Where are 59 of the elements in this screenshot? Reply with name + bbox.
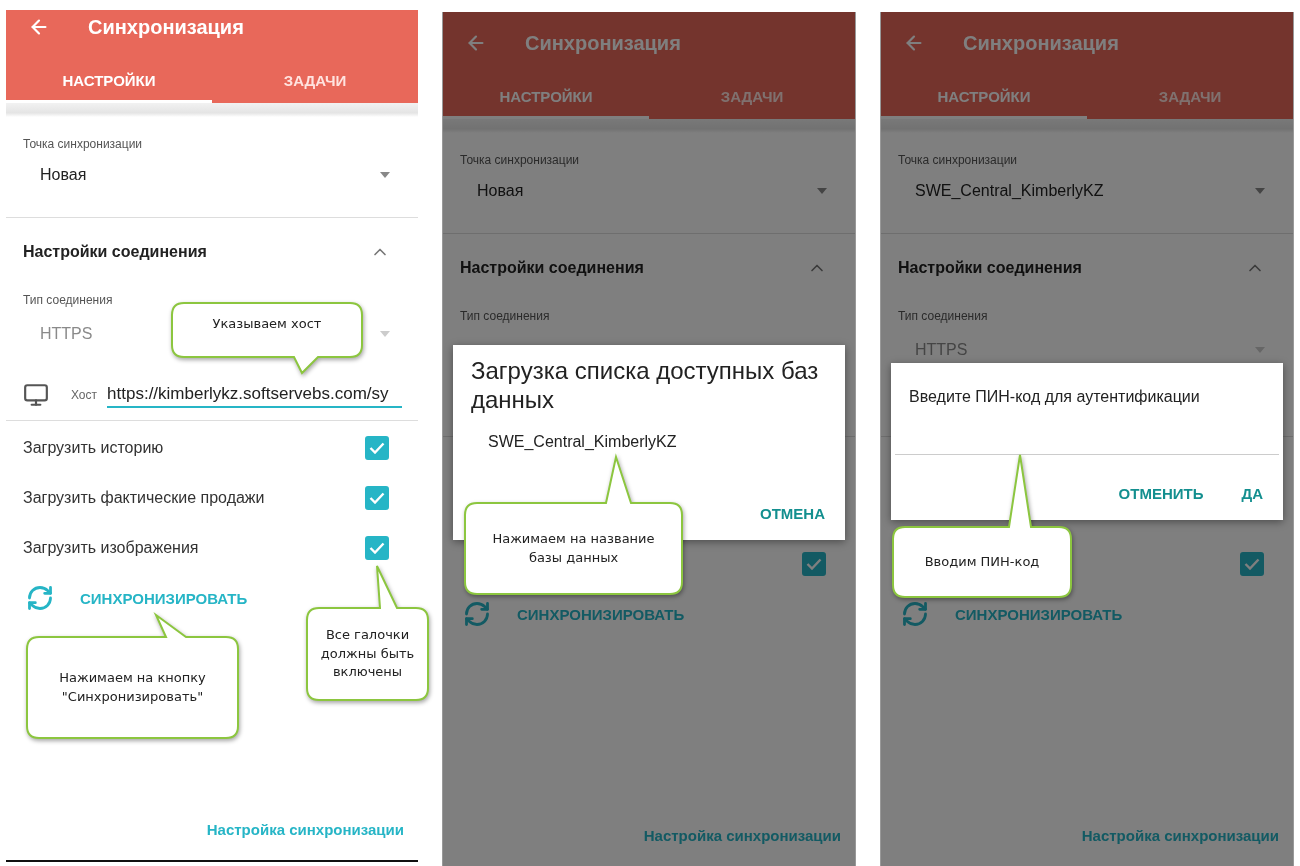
checkbox[interactable]	[802, 552, 826, 576]
dropdown-caret-icon[interactable]	[817, 188, 827, 194]
dialog-title: Загрузка списка доступных баз данных	[471, 357, 820, 415]
sync-button[interactable]: СИНХРОНИЗИРОВАТЬ	[80, 589, 248, 607]
field-label: Точка синхронизации	[23, 137, 144, 151]
checkbox[interactable]	[365, 436, 389, 460]
check-icon	[806, 558, 822, 570]
checkbox[interactable]	[365, 486, 389, 510]
dialog-button[interactable]: ОТМЕНА	[758, 501, 827, 526]
sync-point-value[interactable]: Новая	[40, 166, 87, 184]
sync-point-value[interactable]: Новая	[477, 182, 524, 200]
sync-button[interactable]: СИНХРОНИЗИРОВАТЬ	[955, 605, 1123, 623]
check-icon	[369, 442, 385, 454]
screen-title: Синхронизация	[88, 15, 244, 39]
field-label: Хост	[71, 388, 98, 404]
section-title: Настройки соединения	[898, 259, 1082, 277]
sync-button[interactable]: СИНХРОНИЗИРОВАТЬ	[517, 605, 685, 623]
check-icon	[369, 492, 385, 504]
check-icon	[369, 542, 385, 554]
field-label: Тип соединения	[898, 309, 989, 323]
dropdown-caret-icon[interactable]	[1255, 347, 1265, 353]
tab[interactable]: ЗАДАЧИ	[1087, 76, 1293, 119]
dialog-button[interactable]: ОТМЕНИТЬ	[1116, 481, 1206, 506]
dropdown-caret-icon[interactable]	[1255, 188, 1265, 194]
field-label: Тип соединения	[23, 293, 114, 307]
host-input-field[interactable]: https://kimberlykz.softservebs.com/sy	[107, 384, 402, 408]
callout-text: Нажимаем на кнопку "Синхронизировать"	[58, 668, 207, 706]
screen-title: Синхронизация	[963, 31, 1119, 55]
option-label: Загрузить изображения	[23, 539, 199, 557]
dialog-button[interactable]: ДА	[1239, 481, 1265, 506]
option-label: Загрузить фактические продажи	[23, 489, 265, 507]
check-icon	[1244, 558, 1260, 570]
dropdown-caret-icon[interactable]	[380, 331, 390, 337]
dropdown-caret-icon[interactable]	[380, 172, 390, 178]
tab[interactable]: ЗАДАЧИ	[649, 76, 855, 119]
section-title: Настройки соединения	[23, 243, 207, 261]
sync-point-value[interactable]: SWE_Central_KimberlyKZ	[915, 182, 1104, 200]
callout-text: Нажимаем на название базы данных	[491, 529, 656, 567]
callout-text: Указываем хост	[212, 314, 322, 333]
dialog-title: Введите ПИН-код для аутентификации	[909, 387, 1201, 407]
sync-icon[interactable]	[26, 584, 54, 612]
callout-text: Все галочки должны быть включены	[319, 625, 416, 682]
sync-settings-link[interactable]: Настройка синхронизации	[1081, 827, 1279, 844]
field-label: Тип соединения	[460, 309, 551, 323]
database-list-item[interactable]: SWE_Central_KimberlyKZ	[471, 414, 827, 451]
checkbox[interactable]	[1240, 552, 1264, 576]
computer-icon	[23, 382, 49, 408]
tab[interactable]: ЗАДАЧИ	[212, 60, 418, 103]
screen-title: Синхронизация	[525, 31, 681, 55]
sync-icon[interactable]	[463, 600, 491, 628]
sync-icon[interactable]	[901, 600, 929, 628]
sync-settings-link[interactable]: Настройка синхронизации	[206, 821, 404, 838]
callout-text: Вводим ПИН-код	[924, 552, 1040, 571]
option-label: Загрузить историю	[23, 439, 164, 457]
section-title: Настройки соединения	[460, 259, 644, 277]
field-label: Точка синхронизации	[460, 153, 581, 167]
checkbox[interactable]	[365, 536, 389, 560]
sync-settings-link[interactable]: Настройка синхронизации	[643, 827, 841, 844]
field-label: Точка синхронизации	[898, 153, 1019, 167]
